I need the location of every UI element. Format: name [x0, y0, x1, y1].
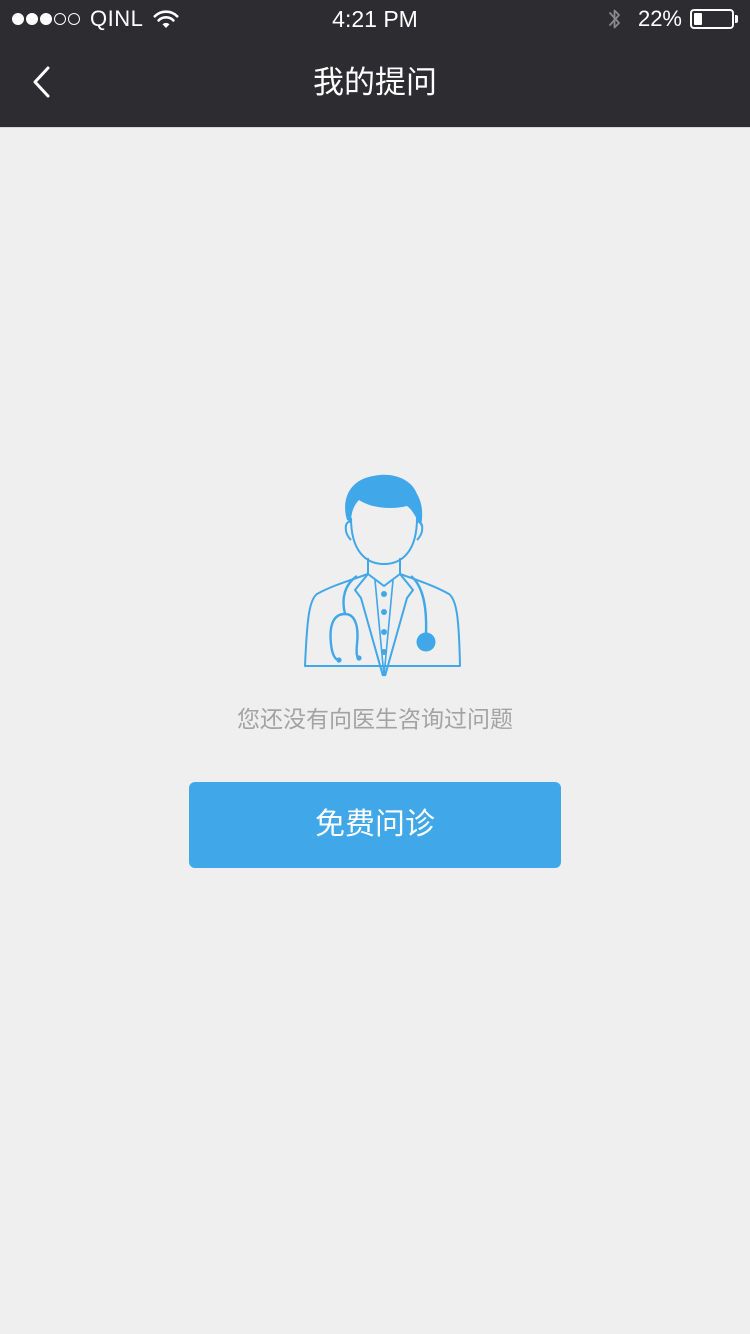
top-bar: QINL 4:21 PM 22% 我的提问: [0, 0, 750, 127]
page-title: 我的提问: [313, 65, 437, 101]
status-right: 22%: [608, 5, 738, 33]
bluetooth-icon: [609, 9, 620, 29]
battery-tip: [735, 15, 738, 23]
empty-message: 您还没有向医生咨询过问题: [237, 707, 513, 733]
doctor-icon: [304, 474, 461, 677]
status-bar: QINL 4:21 PM 22%: [0, 0, 750, 40]
battery-icon: [690, 9, 734, 29]
battery-percentage: 22%: [637, 6, 682, 31]
battery-level: [694, 13, 702, 25]
nav-divider: [0, 127, 750, 128]
nav-bar: 我的提问: [0, 40, 750, 127]
free-consultation-button[interactable]: 免费问诊: [189, 782, 561, 868]
